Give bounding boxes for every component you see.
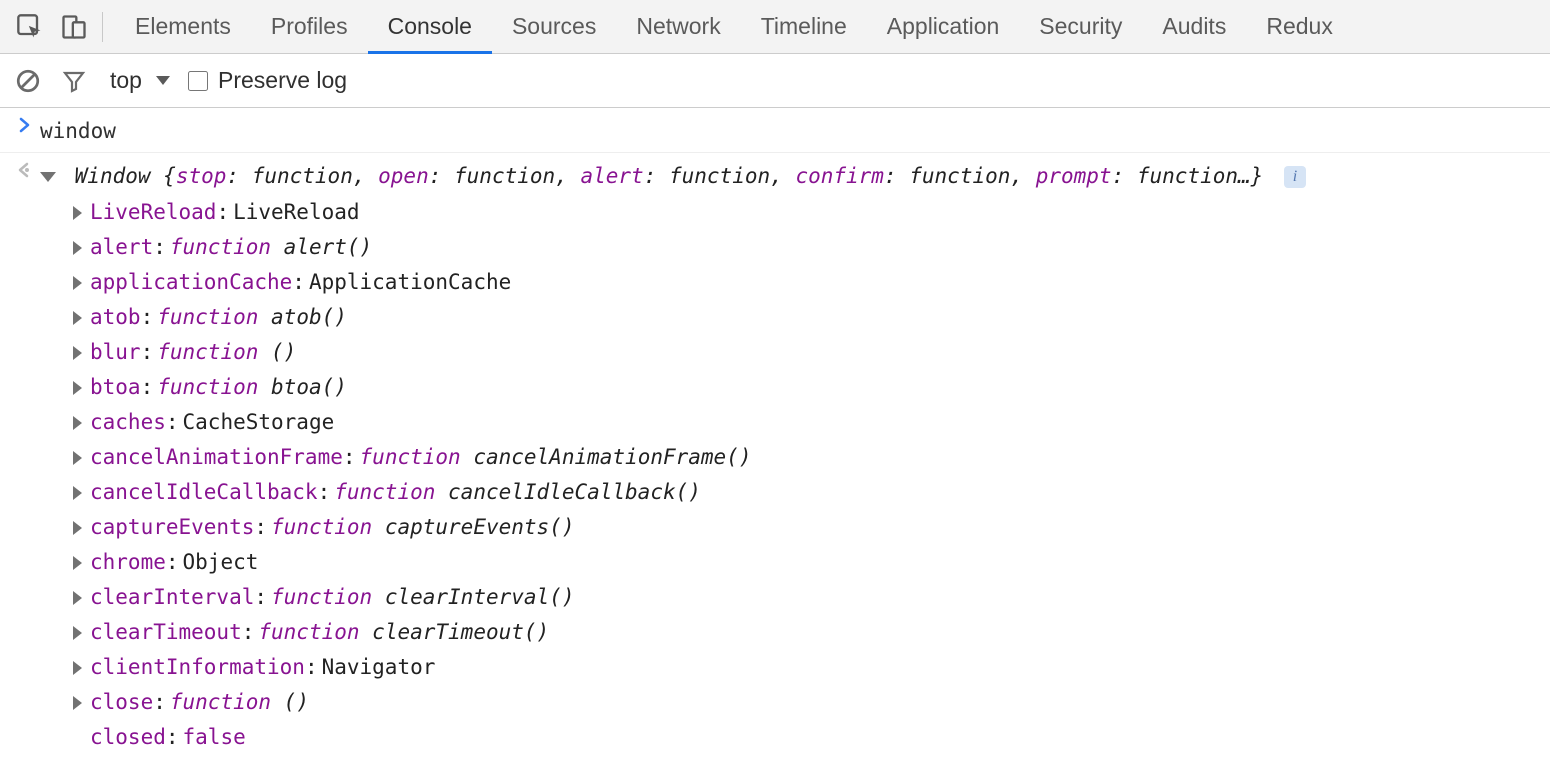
property-value: function cancelAnimationFrame() <box>360 440 752 475</box>
execution-context-label: top <box>110 67 142 94</box>
filter-icon[interactable] <box>56 63 92 99</box>
disclosure-triangle-right-icon[interactable] <box>70 661 90 675</box>
property-value: function clearTimeout() <box>258 615 549 650</box>
panel-tab-network[interactable]: Network <box>616 0 740 53</box>
object-summary-text: Window {stop: function, open: function, … <box>75 164 1264 188</box>
panel-tabs: ElementsProfilesConsoleSourcesNetworkTim… <box>115 0 1353 53</box>
panel-tab-profiles[interactable]: Profiles <box>251 0 368 53</box>
property-value: function cancelIdleCallback() <box>334 475 701 510</box>
property-clearInterval[interactable]: clearInterval: function clearInterval() <box>70 580 1550 615</box>
property-value: CacheStorage <box>183 405 335 440</box>
disclosure-triangle-right-icon[interactable] <box>70 626 90 640</box>
property-value: function atob() <box>157 300 347 335</box>
property-LiveReload[interactable]: LiveReload: LiveReload <box>70 195 1550 230</box>
property-name: alert <box>90 230 153 265</box>
clear-console-icon[interactable] <box>10 63 46 99</box>
property-value: function () <box>170 685 309 720</box>
preserve-log-checkbox[interactable] <box>188 71 208 91</box>
property-cancelIdleCallback[interactable]: cancelIdleCallback: function cancelIdleC… <box>70 475 1550 510</box>
property-name: chrome <box>90 545 166 580</box>
separator <box>102 12 103 42</box>
property-value: function clearInterval() <box>271 580 574 615</box>
property-name: clearInterval <box>90 580 254 615</box>
property-chrome[interactable]: chrome: Object <box>70 545 1550 580</box>
output-prompt-icon <box>10 157 40 179</box>
disclosure-triangle-right-icon[interactable] <box>70 591 90 605</box>
property-clearTimeout[interactable]: clearTimeout: function clearTimeout() <box>70 615 1550 650</box>
property-name: captureEvents <box>90 510 254 545</box>
object-summary-line[interactable]: Window {stop: function, open: function, … <box>40 159 1550 193</box>
inspect-element-icon[interactable] <box>8 0 52 54</box>
preserve-log-label: Preserve log <box>218 67 347 94</box>
property-atob[interactable]: atob: function atob() <box>70 300 1550 335</box>
property-name: cancelAnimationFrame <box>90 440 343 475</box>
property-name: cancelIdleCallback <box>90 475 318 510</box>
property-name: closed <box>90 720 166 755</box>
panel-tab-application[interactable]: Application <box>867 0 1020 53</box>
property-value: ApplicationCache <box>309 265 511 300</box>
chevron-down-icon <box>156 76 170 85</box>
disclosure-triangle-right-icon[interactable] <box>70 696 90 710</box>
panel-tab-elements[interactable]: Elements <box>115 0 251 53</box>
property-blur[interactable]: blur: function () <box>70 335 1550 370</box>
property-name: clearTimeout <box>90 615 242 650</box>
property-name: applicationCache <box>90 265 292 300</box>
property-closed[interactable]: closed: false <box>70 720 1550 755</box>
property-name: btoa <box>90 370 141 405</box>
disclosure-triangle-right-icon[interactable] <box>70 416 90 430</box>
console-input-row: window <box>0 108 1550 153</box>
property-value: Object <box>183 545 259 580</box>
property-caches[interactable]: caches: CacheStorage <box>70 405 1550 440</box>
property-value: Navigator <box>322 650 436 685</box>
panel-tab-security[interactable]: Security <box>1019 0 1142 53</box>
panel-tab-audits[interactable]: Audits <box>1142 0 1246 53</box>
property-name: LiveReload <box>90 195 216 230</box>
property-name: atob <box>90 300 141 335</box>
property-name: blur <box>90 335 141 370</box>
property-captureEvents[interactable]: captureEvents: function captureEvents() <box>70 510 1550 545</box>
disclosure-triangle-right-icon[interactable] <box>70 206 90 220</box>
panel-tab-timeline[interactable]: Timeline <box>741 0 867 53</box>
property-alert[interactable]: alert: function alert() <box>70 230 1550 265</box>
property-value: function captureEvents() <box>271 510 574 545</box>
property-value: false <box>183 720 246 755</box>
property-value: function alert() <box>170 230 372 265</box>
property-value: function () <box>157 335 296 370</box>
property-clientInformation[interactable]: clientInformation: Navigator <box>70 650 1550 685</box>
disclosure-triangle-right-icon[interactable] <box>70 486 90 500</box>
object-properties: LiveReload: LiveReloadalert: function al… <box>40 193 1550 755</box>
disclosure-triangle-down-icon[interactable] <box>40 172 56 182</box>
disclosure-triangle-right-icon[interactable] <box>70 346 90 360</box>
disclosure-triangle-right-icon[interactable] <box>70 556 90 570</box>
console-toolbar: top Preserve log <box>0 54 1550 108</box>
property-name: clientInformation <box>90 650 305 685</box>
property-btoa[interactable]: btoa: function btoa() <box>70 370 1550 405</box>
property-name: close <box>90 685 153 720</box>
property-value: LiveReload <box>233 195 359 230</box>
panel-tab-console[interactable]: Console <box>368 0 492 53</box>
property-name: caches <box>90 405 166 440</box>
execution-context-selector[interactable]: top <box>102 63 178 98</box>
preserve-log-toggle[interactable]: Preserve log <box>188 67 347 94</box>
disclosure-triangle-right-icon[interactable] <box>70 311 90 325</box>
panel-tab-sources[interactable]: Sources <box>492 0 616 53</box>
disclosure-triangle-right-icon[interactable] <box>70 276 90 290</box>
input-prompt-icon <box>10 112 40 134</box>
console-result-row: Window {stop: function, open: function, … <box>0 153 1550 759</box>
info-badge-icon[interactable]: i <box>1284 166 1306 188</box>
panel-tab-redux[interactable]: Redux <box>1246 0 1352 53</box>
disclosure-triangle-right-icon[interactable] <box>70 451 90 465</box>
property-cancelAnimationFrame[interactable]: cancelAnimationFrame: function cancelAni… <box>70 440 1550 475</box>
property-applicationCache[interactable]: applicationCache: ApplicationCache <box>70 265 1550 300</box>
property-close[interactable]: close: function () <box>70 685 1550 720</box>
console-input-text[interactable]: window <box>40 119 116 143</box>
property-value: function btoa() <box>157 370 347 405</box>
disclosure-triangle-right-icon[interactable] <box>70 241 90 255</box>
disclosure-triangle-right-icon[interactable] <box>70 521 90 535</box>
devtools-tabbar: ElementsProfilesConsoleSourcesNetworkTim… <box>0 0 1550 54</box>
disclosure-triangle-right-icon[interactable] <box>70 381 90 395</box>
console-messages: window Window {stop: function, open: fun… <box>0 108 1550 759</box>
toggle-device-toolbar-icon[interactable] <box>52 0 96 54</box>
